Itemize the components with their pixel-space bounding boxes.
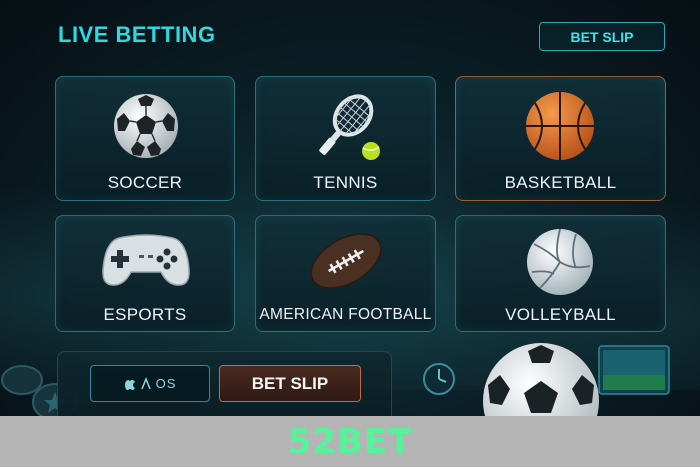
os-selector[interactable]: OS	[90, 365, 210, 402]
tile-esports[interactable]: ESPORTS	[55, 215, 235, 332]
tile-label: VOLLEYBALL	[505, 305, 616, 324]
tennis-racket-icon	[319, 94, 380, 160]
page-title: LIVE BETTING	[58, 22, 216, 47]
bet-slip-button[interactable]: BET SLIP	[539, 22, 665, 51]
tile-american-football[interactable]: AMERICAN FOOTBALL	[255, 215, 436, 332]
clock-icon	[423, 363, 455, 395]
apple-icon	[124, 380, 135, 390]
american-football-icon	[310, 233, 382, 289]
bet-slip-button-bottom[interactable]: BET SLIP	[219, 365, 361, 402]
os-label: OS	[155, 376, 177, 391]
volleyball-icon	[527, 228, 593, 295]
gamepad-icon	[102, 234, 190, 286]
tile-basketball[interactable]: BASKETBALL	[455, 76, 666, 201]
basketball-icon	[526, 92, 594, 160]
footer-banner: 52BET	[0, 416, 700, 467]
tile-soccer[interactable]: SOCCER	[55, 76, 235, 201]
tile-label: TENNIS	[313, 173, 378, 192]
brand-logo-text: 52BET	[287, 421, 413, 462]
tile-label: AMERICAN FOOTBALL	[259, 306, 432, 323]
tile-label: SOCCER	[107, 173, 183, 192]
tile-label: BASKETBALL	[504, 173, 617, 192]
soccer-ball-icon	[114, 94, 178, 158]
android-icon	[140, 377, 151, 390]
soccer-ball-large-icon	[483, 343, 599, 423]
tile-tennis[interactable]: TENNIS	[255, 76, 436, 201]
stadium-screen-icon	[598, 345, 670, 395]
tile-label: ESPORTS	[103, 305, 187, 324]
tile-volleyball[interactable]: VOLLEYBALL	[455, 215, 666, 332]
